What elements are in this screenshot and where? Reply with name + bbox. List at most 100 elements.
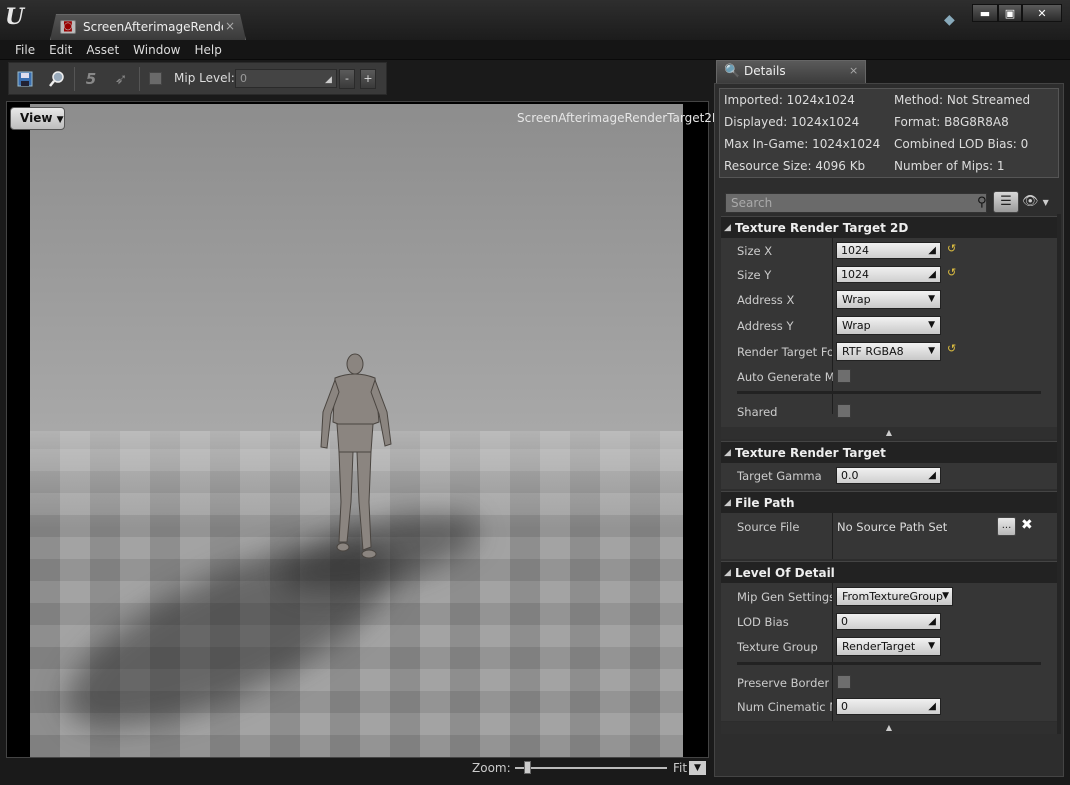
zoom-slider-thumb[interactable] bbox=[524, 761, 531, 774]
texture-group-label: Texture Group bbox=[737, 640, 818, 654]
preserve-border-checkbox[interactable] bbox=[837, 675, 851, 689]
category-label: Texture Render Target 2D bbox=[735, 221, 909, 235]
size-y-field[interactable]: 1024 ◢ bbox=[836, 266, 941, 283]
reset-to-default-icon[interactable]: ↺ bbox=[947, 342, 956, 355]
browse-button[interactable]: ... bbox=[997, 517, 1016, 536]
zoom-label: Zoom: bbox=[472, 761, 511, 775]
details-tab-close-icon[interactable]: × bbox=[849, 64, 858, 77]
menu-file[interactable]: File bbox=[8, 40, 42, 59]
chevron-down-icon: ▼ bbox=[56, 115, 64, 125]
lod-bias-value: 0 bbox=[841, 615, 848, 628]
address-y-combo[interactable]: Wrap ▼ bbox=[836, 316, 941, 335]
document-tab[interactable]: ◙ ScreenAfterimageRenderT × bbox=[50, 14, 246, 40]
info-resource-size: Resource Size: 4096 Kb bbox=[724, 159, 866, 173]
details-search-input[interactable]: Search ⚲ bbox=[725, 193, 987, 213]
menu-window[interactable]: Window bbox=[126, 40, 187, 59]
close-window-button[interactable]: ✕ bbox=[1022, 4, 1062, 22]
render-target-asset-icon: ◙ bbox=[60, 20, 76, 34]
auto-generate-mips-label: Auto Generate Mips bbox=[737, 370, 833, 384]
render-target-format-value: RTF RGBA8 bbox=[842, 345, 904, 358]
info-imported: Imported: 1024x1024 bbox=[724, 93, 855, 107]
document-tab-label: ScreenAfterimageRenderT bbox=[83, 20, 223, 34]
paint-icon[interactable]: ➶ bbox=[110, 68, 132, 90]
document-tab-close-icon[interactable]: × bbox=[225, 19, 235, 33]
auto-generate-mips-checkbox[interactable] bbox=[837, 369, 851, 383]
spin-arrow-icon: ◢ bbox=[325, 75, 332, 85]
menu-asset[interactable]: Asset bbox=[79, 40, 126, 59]
info-method: Method: Not Streamed bbox=[894, 93, 1031, 107]
category-level-of-detail[interactable]: ◢ Level Of Detail bbox=[721, 561, 1057, 583]
chevron-down-icon: ▼ bbox=[928, 346, 935, 356]
collapse-arrow-icon: ◢ bbox=[724, 568, 731, 578]
reset-to-default-icon[interactable]: ↺ bbox=[947, 266, 956, 279]
minimize-button[interactable]: ▬ bbox=[972, 4, 998, 22]
spin-arrow-icon: ◢ bbox=[928, 269, 936, 280]
target-gamma-field[interactable]: 0.0 ◢ bbox=[836, 467, 941, 484]
size-x-value: 1024 bbox=[841, 244, 869, 257]
num-cinematic-mips-value: 0 bbox=[841, 700, 848, 713]
collapse-arrow-icon: ◢ bbox=[724, 223, 731, 233]
reset-to-default-icon[interactable]: ↺ bbox=[947, 242, 956, 255]
texture-viewport[interactable] bbox=[6, 101, 709, 758]
zoom-slider-track[interactable] bbox=[515, 767, 667, 769]
lod-bias-label: LOD Bias bbox=[737, 615, 789, 629]
details-tab[interactable]: 🔍 Details × bbox=[716, 60, 866, 83]
details-scrollbar[interactable] bbox=[1057, 214, 1061, 734]
eye-icon[interactable]: 👁 ▼ bbox=[1022, 194, 1049, 209]
target-gamma-label: Target Gamma bbox=[737, 469, 822, 483]
target-gamma-value: 0.0 bbox=[841, 469, 859, 482]
unreal-logo-icon: U bbox=[5, 4, 25, 30]
toolbar: 5 ➶ Mip Level: 0 ◢ - + bbox=[8, 62, 387, 95]
view-menu-button[interactable]: View ▼ bbox=[10, 107, 65, 130]
clear-icon[interactable]: ✖ bbox=[1021, 517, 1033, 533]
num-cinematic-mips-label: Num Cinematic Mi bbox=[737, 700, 832, 714]
property-matrix-button[interactable]: ☰ bbox=[993, 191, 1019, 213]
advanced-toggle-arrow-icon[interactable]: ▲ bbox=[721, 427, 1057, 439]
mip-gen-settings-label: Mip Gen Settings bbox=[737, 590, 832, 604]
mip-decrease-button[interactable]: - bbox=[339, 69, 355, 89]
shared-checkbox[interactable] bbox=[837, 404, 851, 418]
address-y-value: Wrap bbox=[842, 319, 871, 332]
title-bar: U ◙ ScreenAfterimageRenderT × ◆ ▬ ▣ ✕ bbox=[0, 0, 1070, 40]
category-texture-render-target[interactable]: ◢ Texture Render Target bbox=[721, 441, 1057, 463]
mip-level-checkbox[interactable] bbox=[149, 72, 162, 85]
lod-bias-field[interactable]: 0 ◢ bbox=[836, 613, 941, 630]
mip-increase-button[interactable]: + bbox=[360, 69, 376, 89]
render-target-format-combo[interactable]: RTF RGBA8 ▼ bbox=[836, 342, 941, 361]
info-lod-bias: Combined LOD Bias: 0 bbox=[894, 137, 1029, 151]
size-y-label: Size Y bbox=[737, 268, 772, 282]
render-target-name-label: ScreenAfterimageRenderTarget2D bbox=[517, 111, 722, 125]
address-y-label: Address Y bbox=[737, 319, 794, 333]
render-target-preview bbox=[30, 104, 683, 757]
source-file-label: Source File bbox=[737, 520, 800, 534]
size-x-label: Size X bbox=[737, 244, 773, 258]
reimport-icon[interactable]: 5 bbox=[80, 68, 102, 90]
size-x-field[interactable]: 1024 ◢ bbox=[836, 242, 941, 259]
texture-group-combo[interactable]: RenderTarget ▼ bbox=[836, 637, 941, 656]
graduation-cap-icon[interactable]: ◆ bbox=[944, 12, 955, 28]
shared-label: Shared bbox=[737, 405, 778, 419]
search-icon: ⚲ bbox=[977, 195, 987, 210]
menu-edit[interactable]: Edit bbox=[42, 40, 79, 59]
search-placeholder: Search bbox=[731, 196, 773, 210]
mip-gen-settings-combo[interactable]: FromTextureGroup ▼ bbox=[836, 587, 953, 606]
chevron-down-icon: ▼ bbox=[928, 320, 935, 330]
menu-help[interactable]: Help bbox=[187, 40, 228, 59]
category-file-path[interactable]: ◢ File Path bbox=[721, 491, 1057, 513]
address-x-combo[interactable]: Wrap ▼ bbox=[836, 290, 941, 309]
mip-level-input[interactable]: 0 ◢ bbox=[235, 69, 337, 88]
advanced-toggle-arrow-icon[interactable]: ▲ bbox=[721, 722, 1057, 734]
find-in-browser-icon[interactable] bbox=[46, 68, 68, 90]
save-icon[interactable] bbox=[14, 68, 36, 90]
size-y-value: 1024 bbox=[841, 268, 869, 281]
mip-level-label: Mip Level: bbox=[174, 71, 235, 85]
source-file-value: No Source Path Set bbox=[837, 520, 948, 534]
num-cinematic-mips-field[interactable]: 0 ◢ bbox=[836, 698, 941, 715]
maximize-button[interactable]: ▣ bbox=[998, 4, 1022, 22]
view-label: View bbox=[20, 111, 53, 125]
zoom-mode-dropdown[interactable]: ▼ bbox=[689, 761, 706, 775]
info-format: Format: B8G8R8A8 bbox=[894, 115, 1009, 129]
category-texture-render-target-2d[interactable]: ◢ Texture Render Target 2D bbox=[721, 216, 1057, 238]
texture-group-value: RenderTarget bbox=[842, 640, 916, 653]
texture-info-box: Imported: 1024x1024 Displayed: 1024x1024… bbox=[719, 88, 1059, 178]
